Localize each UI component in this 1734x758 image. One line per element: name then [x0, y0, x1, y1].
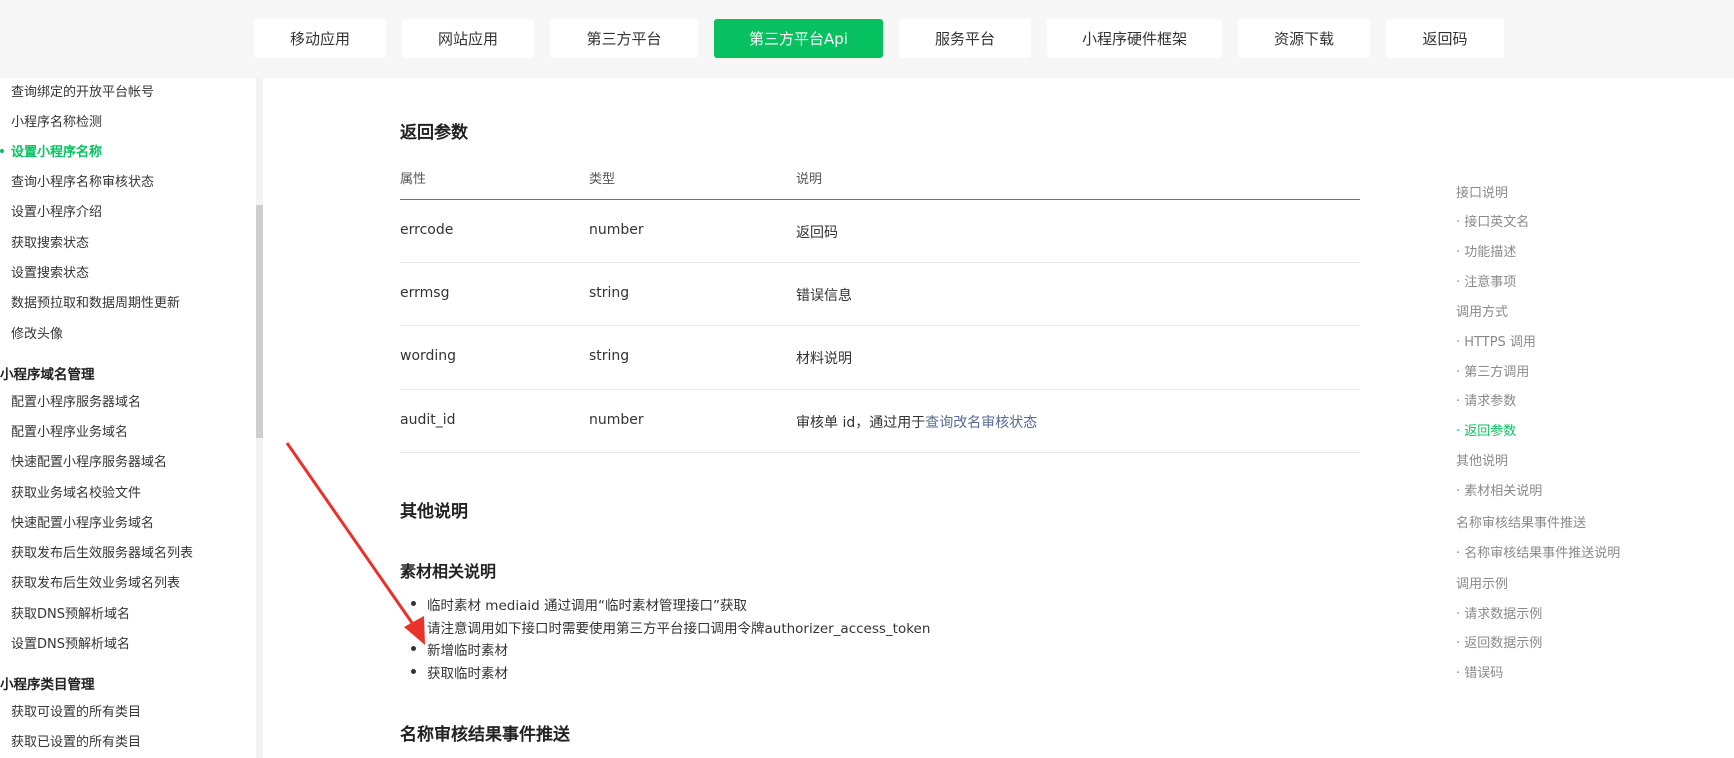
- toc-item[interactable]: · 功能描述: [1456, 241, 1516, 260]
- table-row-divider: [400, 262, 1360, 263]
- add-temp-material-link[interactable]: 新增临时素材: [427, 639, 508, 659]
- toc-item[interactable]: · 错误码: [1456, 662, 1503, 681]
- list-bullet: [411, 669, 416, 674]
- table-header-attribute: 属性: [400, 172, 427, 187]
- toc-item[interactable]: · 返回数据示例: [1456, 632, 1542, 651]
- material-notes-heading: 素材相关说明: [400, 562, 497, 581]
- sidebar-item[interactable]: 获取可设置的所有类目: [11, 701, 141, 720]
- tab-resource-download[interactable]: 资源下载: [1238, 19, 1370, 58]
- table-cell-name: audit_id: [400, 412, 456, 428]
- sidebar-item[interactable]: 快速配置小程序业务域名: [11, 512, 154, 531]
- list-bullet: [411, 624, 416, 629]
- sidebar-item[interactable]: 查询小程序名称审核状态: [11, 171, 154, 190]
- toc-item[interactable]: · 请求数据示例: [1456, 603, 1542, 622]
- list-item: 请注意调用如下接口时需要使用第三方平台接口调用令牌authorizer_acce…: [427, 621, 931, 637]
- table-row-divider: [400, 325, 1360, 326]
- get-temp-material-link[interactable]: 获取临时素材: [427, 662, 508, 682]
- product-tabs: 移动应用 网站应用 第三方平台 第三方平台Api 服务平台 小程序硬件框架 资源…: [254, 19, 1504, 58]
- sidebar-item[interactable]: 获取业务域名校验文件: [11, 482, 141, 501]
- table-cell-name: wording: [400, 348, 457, 364]
- toc-item[interactable]: 调用方式: [1456, 301, 1508, 320]
- sidebar-item[interactable]: 获取发布后生效服务器域名列表: [11, 542, 193, 561]
- table-cell-type: number: [589, 222, 644, 238]
- sidebar-item[interactable]: 设置DNS预解析域名: [11, 633, 130, 652]
- sidebar-item[interactable]: 配置小程序服务器域名: [11, 391, 141, 410]
- table-cell-desc: 返回码: [796, 225, 838, 241]
- table-cell-desc: 错误信息: [796, 288, 852, 304]
- sidebar-item[interactable]: 获取已设置的所有类目: [11, 731, 141, 750]
- tab-third-party-api[interactable]: 第三方平台Api: [714, 19, 883, 58]
- tab-website-app[interactable]: 网站应用: [402, 19, 534, 58]
- sidebar-item[interactable]: 修改头像: [11, 323, 63, 342]
- sidebar-item[interactable]: 小程序名称检测: [11, 111, 102, 130]
- sidebar-group-domain[interactable]: 小程序域名管理: [0, 363, 95, 383]
- sidebar-item[interactable]: 数据预拉取和数据周期性更新: [11, 292, 180, 311]
- table-header-divider: [400, 199, 1360, 200]
- toc-item-active[interactable]: · 返回参数: [1456, 420, 1516, 439]
- toc-item[interactable]: 名称审核结果事件推送: [1456, 512, 1586, 531]
- name-audit-event-heading: 名称审核结果事件推送: [400, 725, 570, 745]
- toc-item[interactable]: · 接口英文名: [1456, 211, 1529, 230]
- table-cell-name: errcode: [400, 222, 454, 238]
- table-header-description: 说明: [796, 172, 823, 187]
- table-cell-desc: 材料说明: [796, 351, 852, 367]
- active-dot-icon: [0, 149, 4, 153]
- sidebar-scrollbar-thumb[interactable]: [256, 205, 263, 438]
- sidebar-item[interactable]: 配置小程序业务域名: [11, 421, 128, 440]
- tab-mobile-app[interactable]: 移动应用: [254, 19, 386, 58]
- table-row-divider: [400, 452, 1360, 453]
- return-params-heading: 返回参数: [400, 123, 468, 143]
- sidebar-item[interactable]: 获取搜索状态: [11, 232, 89, 251]
- other-notes-heading: 其他说明: [400, 502, 468, 522]
- tab-service-platform[interactable]: 服务平台: [899, 19, 1031, 58]
- tab-mini-program-hardware[interactable]: 小程序硬件框架: [1047, 19, 1222, 58]
- table-cell-desc-with-link: 审核单 id，通过用于查询改名审核状态: [796, 412, 1037, 432]
- list-bullet: [411, 601, 416, 606]
- toc-item[interactable]: · 第三方调用: [1456, 361, 1529, 380]
- table-cell-type: number: [589, 412, 644, 428]
- top-nav-bar: 移动应用 网站应用 第三方平台 第三方平台Api 服务平台 小程序硬件框架 资源…: [0, 0, 1734, 78]
- sidebar-item[interactable]: 设置小程序介绍: [11, 201, 102, 220]
- table-cell-type: string: [589, 348, 630, 364]
- table-cell-type: string: [589, 285, 630, 301]
- sidebar-item-active[interactable]: 设置小程序名称: [11, 141, 102, 160]
- toc-item[interactable]: · 请求参数: [1456, 390, 1516, 409]
- toc-item[interactable]: · HTTPS 调用: [1456, 331, 1536, 350]
- table-row-divider: [400, 389, 1360, 390]
- tab-third-party-platform[interactable]: 第三方平台: [550, 19, 698, 58]
- sidebar-item[interactable]: 获取DNS预解析域名: [11, 603, 130, 622]
- sidebar-item[interactable]: 设置搜索状态: [11, 262, 89, 281]
- sidebar-item[interactable]: 查询绑定的开放平台帐号: [11, 81, 154, 100]
- sidebar-group-category[interactable]: 小程序类目管理: [0, 673, 95, 693]
- toc-item[interactable]: · 素材相关说明: [1456, 480, 1542, 499]
- list-bullet: [411, 646, 416, 651]
- toc-item[interactable]: 接口说明: [1456, 182, 1508, 201]
- toc-item[interactable]: · 名称审核结果事件推送说明: [1456, 542, 1620, 561]
- sidebar-item[interactable]: 获取发布后生效业务域名列表: [11, 572, 180, 591]
- tab-return-code[interactable]: 返回码: [1386, 19, 1504, 58]
- table-header-type: 类型: [589, 172, 616, 187]
- toc-item[interactable]: 调用示例: [1456, 573, 1508, 592]
- list-item: 临时素材 mediaid 通过调用“临时素材管理接口”获取: [427, 598, 747, 614]
- sidebar-item[interactable]: 快速配置小程序服务器域名: [11, 451, 167, 470]
- toc-item[interactable]: 其他说明: [1456, 450, 1508, 469]
- table-cell-desc: 审核单 id，通过用于: [796, 415, 926, 431]
- audit-status-link[interactable]: 查询改名审核状态: [925, 415, 1037, 431]
- table-cell-name: errmsg: [400, 285, 450, 301]
- toc-item[interactable]: · 注意事项: [1456, 271, 1516, 290]
